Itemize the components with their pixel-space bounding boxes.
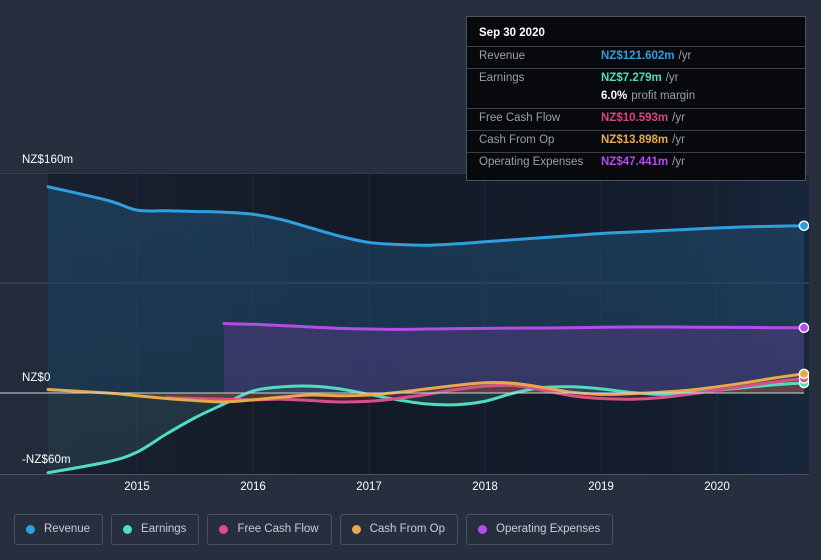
tooltip-metric-unit: /yr (672, 134, 685, 146)
legend-color-swatch-icon (26, 525, 35, 534)
legend-item-label: Operating Expenses (496, 523, 601, 535)
financial-performance-chart: NZ$160m NZ$0 -NZ$60m 2015 2016 2017 2018 201… (0, 0, 821, 560)
legend-item-free-cash-flow[interactable]: Free Cash Flow (207, 514, 332, 545)
tooltip-metric-unit: /yr (678, 50, 692, 62)
tooltip-metric-unit: profit margin (631, 90, 696, 102)
legend-item-label: Revenue (44, 523, 91, 535)
legend-item-cash-from-op[interactable]: Cash From Op (339, 514, 459, 545)
tooltip-metric-label: Revenue (479, 50, 526, 62)
tooltip-metric-value: NZ$121.602m (601, 50, 675, 62)
tooltip-row-cash-from-op: Cash From Op NZ$13.898m/yr (467, 130, 805, 152)
legend-color-swatch-icon (351, 525, 361, 534)
legend-item-label: Earnings (141, 523, 187, 535)
tooltip-date: Sep 30 2020 (479, 27, 545, 39)
tooltip-metric-unit: /yr (665, 72, 679, 84)
y-axis-label-zero: NZ$0 (22, 372, 51, 384)
y-axis-label-min: -NZ$60m (22, 454, 71, 466)
legend-item-revenue[interactable]: Revenue (14, 514, 104, 545)
tooltip-metric-label: Earnings (479, 72, 525, 84)
tooltip-metric-label: Cash From Op (479, 134, 555, 146)
legend-item-earnings[interactable]: Earnings (111, 514, 200, 545)
legend-item-operating-expenses[interactable]: Operating Expenses (466, 514, 614, 545)
x-axis-tick-2018: 2018 (472, 481, 498, 493)
data-tooltip: Sep 30 2020 Revenue NZ$121.602m/yr Earning… (466, 16, 806, 181)
x-axis-tick-2016: 2016 (240, 481, 266, 493)
tooltip-metric-value: NZ$47.441m (601, 156, 669, 168)
legend-color-swatch-icon (478, 525, 488, 534)
legend-item-label: Free Cash Flow (237, 523, 319, 535)
tooltip-rows: Revenue NZ$121.602m/yr Earnings NZ$7.279m/y… (467, 46, 805, 174)
tooltip-row-profit-margin: 6.0% profit margin (467, 90, 805, 108)
tooltip-row-free-cash-flow: Free Cash Flow NZ$10.593m/yr (467, 108, 805, 130)
tooltip-row-operating-expenses: Operating Expenses NZ$47.441m/yr (467, 152, 805, 174)
tooltip-metric-value: 6.0% (601, 90, 628, 102)
tooltip-metric-unit: /yr (672, 156, 685, 168)
x-axis-tick-2019: 2019 (588, 481, 614, 493)
tooltip-metric-unit: /yr (672, 112, 685, 124)
chart-canvas (0, 173, 821, 475)
legend-color-swatch-icon (123, 525, 133, 534)
x-axis-tick-2020: 2020 (704, 481, 730, 493)
chart-legend: Revenue Earnings Free Cash Flow Cash From O… (14, 514, 614, 545)
tooltip-metric-label: Operating Expenses (479, 156, 584, 168)
plot-area (0, 173, 821, 475)
tooltip-row-revenue: Revenue NZ$121.602m/yr (467, 46, 805, 68)
tooltip-metric-value: NZ$7.279m (601, 72, 662, 84)
legend-color-swatch-icon (219, 525, 229, 534)
tooltip-metric-label: Free Cash Flow (479, 112, 561, 124)
x-axis-tick-2017: 2017 (356, 481, 382, 493)
tooltip-row-earnings: Earnings NZ$7.279m/yr (467, 68, 805, 90)
tooltip-metric-value: NZ$13.898m (601, 134, 669, 146)
y-axis-label-max: NZ$160m (22, 154, 74, 166)
x-axis-tick-2015: 2015 (124, 481, 150, 493)
legend-item-label: Cash From Op (369, 523, 446, 535)
tooltip-metric-value: NZ$10.593m (601, 112, 669, 124)
